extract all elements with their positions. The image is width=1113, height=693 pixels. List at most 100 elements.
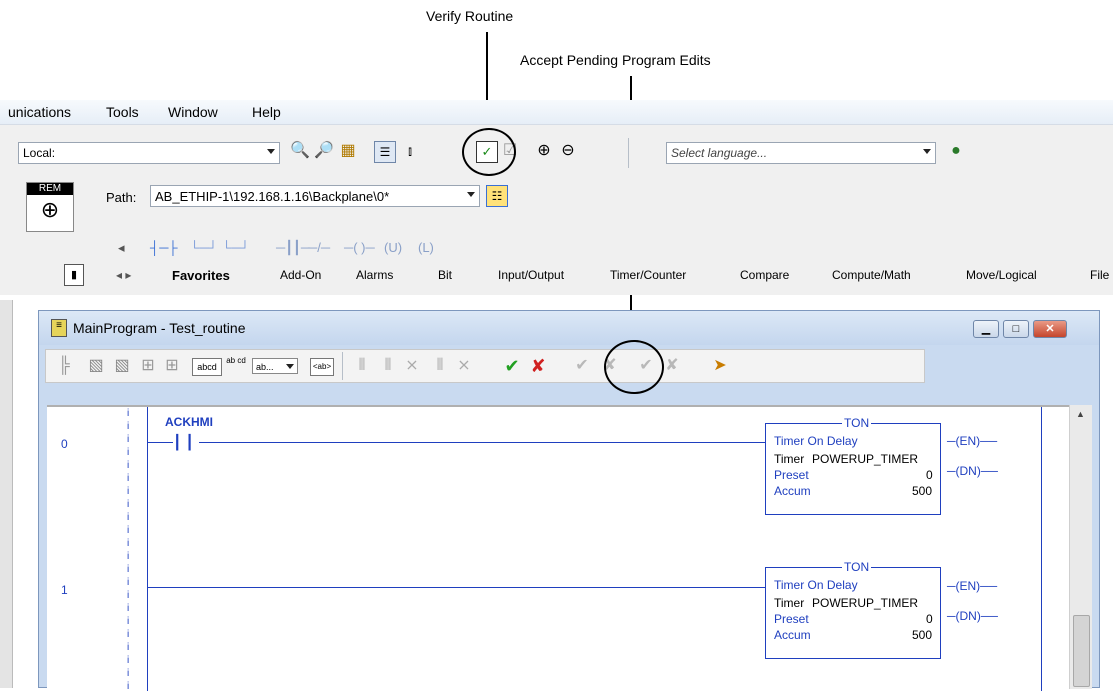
xic-contact[interactable]: ┃ ┃: [173, 434, 194, 451]
ton-instruction[interactable]: TON Timer On Delay Timer POWERUP_TIMER P…: [765, 416, 941, 515]
toolbar-separator: [342, 352, 343, 380]
untest-edits-icon[interactable]: ✘: [662, 356, 682, 376]
palette-toggle-icon[interactable]: ▮: [64, 264, 84, 286]
comm-path-combo[interactable]: Local:: [18, 142, 280, 164]
right-power-rail: [1041, 407, 1042, 691]
close-button[interactable]: ✕: [1033, 320, 1067, 338]
menu-tools[interactable]: Tools: [106, 104, 139, 120]
verify-routine-callout: Verify Routine: [426, 8, 514, 24]
append-rung-icon[interactable]: ⊞: [162, 356, 182, 376]
tab-alarms[interactable]: Alarms: [356, 268, 393, 282]
xic-icon[interactable]: ─┃┃─: [276, 240, 310, 256]
ote-icon[interactable]: ─( )─: [344, 240, 375, 255]
accum-value[interactable]: 500: [912, 628, 932, 642]
dn-label: DN: [959, 609, 977, 623]
key-icon: ⊕: [40, 197, 60, 222]
dn-output: ─(DN)──: [947, 609, 998, 623]
cancel-pending-edits-icon[interactable]: ✘: [528, 356, 548, 376]
edit-rung-comment-icon[interactable]: ▧: [112, 356, 132, 376]
key-switch: REM ⊕: [26, 182, 74, 232]
tab-scroll-left-icon[interactable]: ◂ ▸: [116, 268, 131, 282]
timer-tag[interactable]: POWERUP_TIMER: [812, 452, 918, 466]
left-power-rail: [147, 407, 148, 691]
dn-output: ─(DN)──: [947, 464, 998, 478]
tab-add-on[interactable]: Add-On: [280, 268, 321, 282]
rung-wire: [147, 587, 765, 588]
finalize-edits-icon[interactable]: ➤: [710, 356, 730, 376]
accum-label: Accum: [774, 628, 811, 642]
ab-dropdown[interactable]: ab...: [252, 358, 298, 374]
instruction-title: Timer On Delay: [774, 434, 858, 448]
add-rung-icon[interactable]: ╠: [54, 356, 74, 376]
globe-icon[interactable]: ●: [946, 141, 966, 161]
branch-icon[interactable]: └─┘: [190, 240, 218, 255]
zoom-in-icon[interactable]: ⊕: [534, 141, 554, 161]
contact-tag[interactable]: ACKHMI: [165, 415, 213, 429]
zoom-out-icon[interactable]: ⊖: [558, 141, 578, 161]
start-pending-edits-icon[interactable]: ⫴: [378, 356, 398, 376]
edit-rung-icon[interactable]: ▧: [86, 356, 106, 376]
tab-timer-counter[interactable]: Timer/Counter: [610, 268, 686, 282]
browse-logic-icon[interactable]: ▦: [338, 141, 358, 161]
tree-view-icon[interactable]: ⫾: [400, 141, 420, 161]
rung-margin: iiiiiiiiiiiiiiiiiiiiii: [127, 408, 130, 692]
find-next-icon[interactable]: 🔎: [314, 141, 334, 161]
otl-icon[interactable]: (L): [418, 240, 434, 255]
preset-value[interactable]: 0: [926, 612, 933, 626]
ab-dropdown-value: ab...: [256, 362, 274, 372]
verify-routine-highlight: [462, 128, 516, 176]
xio-icon[interactable]: ─/─: [308, 240, 330, 255]
routine-window: ≡ MainProgram - Test_routine ▁ □ ✕ ╠ ▧ ▧…: [38, 310, 1100, 692]
ab-cd-display-button[interactable]: ab cd: [226, 356, 246, 365]
rung-icon[interactable]: ┤─├: [150, 240, 178, 255]
nav-left-icon[interactable]: ◂: [118, 240, 125, 256]
preset-label: Preset: [774, 612, 809, 626]
cancel-accepted-edits-icon[interactable]: ⨯: [454, 356, 474, 376]
instruction-title: Timer On Delay: [774, 578, 858, 592]
tab-favorites[interactable]: Favorites: [172, 268, 230, 283]
start-edits-icon[interactable]: ⫴: [352, 356, 372, 376]
menu-communications[interactable]: unications: [8, 104, 71, 120]
assemble-edits-icon[interactable]: ⫴: [430, 356, 450, 376]
scroll-up-icon[interactable]: ▲: [1076, 409, 1085, 419]
abcd-display-button[interactable]: abcd: [192, 358, 222, 376]
toggle-tree-icon[interactable]: ☰: [374, 141, 396, 163]
left-pane-edge[interactable]: [0, 300, 13, 688]
menu-window[interactable]: Window: [168, 104, 218, 120]
scrollbar-thumb[interactable]: [1073, 615, 1090, 687]
path-combo[interactable]: AB_ETHIP-1\192.168.1.16\Backplane\0*: [150, 185, 480, 207]
tab-move-logical[interactable]: Move/Logical: [966, 268, 1037, 282]
language-select[interactable]: Select language...: [666, 142, 936, 164]
routine-window-titlebar[interactable]: ≡ MainProgram - Test_routine ▁ □ ✕: [39, 311, 1099, 345]
preset-value[interactable]: 0: [926, 468, 933, 482]
tab-bit[interactable]: Bit: [438, 268, 452, 282]
timer-tag[interactable]: POWERUP_TIMER: [812, 596, 918, 610]
routine-icon: ≡: [51, 319, 67, 337]
rung-number: 0: [61, 437, 68, 451]
menu-help[interactable]: Help: [252, 104, 281, 120]
otu-icon[interactable]: (U): [384, 240, 402, 255]
accept-edits-highlight: [604, 340, 664, 394]
toolbar-separator: [628, 138, 629, 168]
branch-level-icon[interactable]: └─┘: [222, 240, 250, 255]
tab-compute-math[interactable]: Compute/Math: [832, 268, 911, 282]
network-browse-icon[interactable]: ☷: [486, 185, 508, 207]
ladder-editor[interactable]: iiiiiiiiiiiiiiiiiiiiii 0 ACKHMI ┃ ┃ TON …: [47, 405, 1091, 692]
accept-program-edits-icon[interactable]: ✔: [572, 356, 592, 376]
find-icon[interactable]: 🔍: [290, 141, 310, 161]
ab-tag-button[interactable]: <ab>: [310, 358, 334, 376]
insert-rung-icon[interactable]: ⊞: [138, 356, 158, 376]
preset-label: Preset: [774, 468, 809, 482]
vertical-scrollbar[interactable]: ▲: [1069, 405, 1092, 689]
ton-instruction[interactable]: TON Timer On Delay Timer POWERUP_TIMER P…: [765, 560, 941, 659]
path-label: Path:: [106, 190, 137, 205]
rem-label: REM: [27, 183, 73, 195]
accept-pending-edits-icon[interactable]: ✔: [502, 356, 522, 376]
tab-file[interactable]: File: [1090, 268, 1109, 282]
tab-input-output[interactable]: Input/Output: [498, 268, 564, 282]
tab-compare[interactable]: Compare: [740, 268, 789, 282]
cancel-edits-icon[interactable]: ⨯: [402, 356, 422, 376]
restore-button[interactable]: □: [1003, 320, 1029, 338]
minimize-button[interactable]: ▁: [973, 320, 999, 338]
accum-value[interactable]: 500: [912, 484, 932, 498]
